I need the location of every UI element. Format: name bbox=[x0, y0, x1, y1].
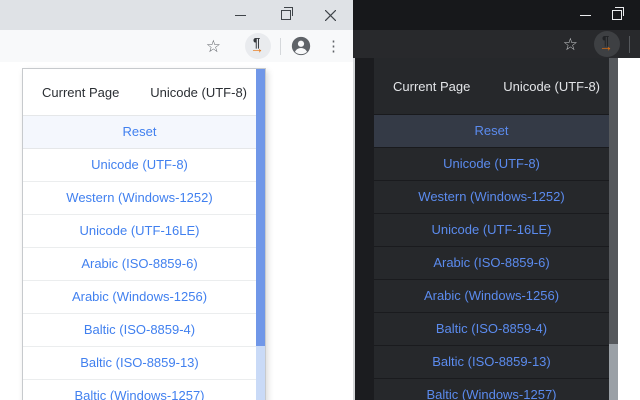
minimize-icon bbox=[580, 15, 591, 16]
encoding-item[interactable]: Western (Windows-1252) bbox=[374, 181, 609, 214]
minimize-button[interactable] bbox=[218, 0, 263, 30]
encoding-item[interactable]: Unicode (UTF-8) bbox=[23, 149, 256, 182]
encoding-item[interactable]: Arabic (ISO-8859-6) bbox=[23, 248, 256, 281]
scrollbar-track bbox=[256, 346, 265, 400]
profile-avatar-button[interactable] bbox=[290, 35, 312, 57]
encoding-popup-light: Current Page Unicode (UTF-8) Reset Unico… bbox=[22, 68, 266, 400]
current-page-label: Current Page bbox=[42, 85, 119, 100]
toolbar-separator bbox=[280, 38, 281, 55]
popup-header: Current Page Unicode (UTF-8) bbox=[374, 58, 618, 115]
encoding-item[interactable]: Baltic (ISO-8859-13) bbox=[374, 346, 609, 379]
popup-scrollbar bbox=[256, 69, 265, 400]
encoding-extension-button[interactable]: ¶ → bbox=[245, 33, 271, 59]
popup-scrollbar bbox=[609, 58, 618, 400]
minimize-button[interactable] bbox=[563, 0, 608, 30]
restore-button[interactable] bbox=[263, 0, 308, 30]
arrow-icon: → bbox=[250, 40, 264, 56]
reset-button[interactable]: Reset bbox=[23, 116, 256, 149]
scrollbar-thumb[interactable] bbox=[609, 58, 618, 344]
encoding-item[interactable]: Baltic (ISO-8859-13) bbox=[23, 347, 256, 380]
encoding-item[interactable]: Arabic (ISO-8859-6) bbox=[374, 247, 609, 280]
close-button[interactable] bbox=[308, 0, 353, 30]
browser-window-light: ☆ ¶ → ⋮ Current Page Unicode (UTF-8) Res bbox=[0, 0, 353, 400]
scrollbar-track bbox=[609, 344, 618, 400]
arrow-icon: → bbox=[599, 38, 613, 54]
toolbar-dark: ☆ ¶ → bbox=[353, 30, 640, 58]
encoding-item[interactable]: Baltic (Windows-1257) bbox=[23, 380, 256, 400]
browser-window-dark: ☆ ¶ → Current Page Unicode (UTF-8) Reset… bbox=[353, 0, 640, 400]
minimize-icon bbox=[235, 15, 246, 16]
encoding-item[interactable]: Arabic (Windows-1256) bbox=[374, 280, 609, 313]
close-icon bbox=[325, 10, 336, 21]
titlebar-light bbox=[0, 0, 353, 30]
encoding-item[interactable]: Baltic (Windows-1257) bbox=[374, 379, 609, 400]
restore-icon bbox=[612, 10, 622, 20]
webpage-strip bbox=[618, 58, 640, 400]
toolbar-separator bbox=[629, 36, 630, 53]
scrollbar-thumb[interactable] bbox=[256, 69, 265, 346]
encoding-item[interactable]: Arabic (Windows-1256) bbox=[23, 281, 256, 314]
screenshot-canvas: ☆ ¶ → ⋮ Current Page Unicode (UTF-8) Res bbox=[0, 0, 640, 400]
encoding-item[interactable]: Western (Windows-1252) bbox=[23, 182, 256, 215]
current-encoding-label: Unicode (UTF-8) bbox=[150, 85, 247, 100]
kebab-menu-button[interactable]: ⋮ bbox=[326, 39, 341, 54]
popup-header: Current Page Unicode (UTF-8) bbox=[23, 69, 265, 116]
encoding-item[interactable]: Unicode (UTF-8) bbox=[374, 148, 609, 181]
avatar-icon bbox=[290, 35, 312, 57]
current-encoding-label: Unicode (UTF-8) bbox=[503, 79, 600, 94]
restore-icon bbox=[281, 10, 291, 20]
bookmark-star-icon[interactable]: ☆ bbox=[563, 36, 578, 53]
titlebar-dark bbox=[353, 0, 640, 30]
encoding-item[interactable]: Unicode (UTF-16LE) bbox=[23, 215, 256, 248]
bookmark-star-icon[interactable]: ☆ bbox=[206, 38, 221, 55]
encoding-item[interactable]: Unicode (UTF-16LE) bbox=[374, 214, 609, 247]
window-edge-highlight bbox=[353, 58, 355, 400]
current-page-label: Current Page bbox=[393, 79, 470, 94]
encoding-popup-dark: Current Page Unicode (UTF-8) Reset Unico… bbox=[374, 58, 618, 400]
reset-button[interactable]: Reset bbox=[374, 115, 609, 148]
encoding-item[interactable]: Baltic (ISO-8859-4) bbox=[23, 314, 256, 347]
toolbar-light: ☆ ¶ → ⋮ bbox=[0, 30, 353, 62]
encoding-item[interactable]: Baltic (ISO-8859-4) bbox=[374, 313, 609, 346]
encoding-extension-button[interactable]: ¶ → bbox=[594, 31, 620, 57]
restore-button[interactable] bbox=[608, 0, 640, 30]
